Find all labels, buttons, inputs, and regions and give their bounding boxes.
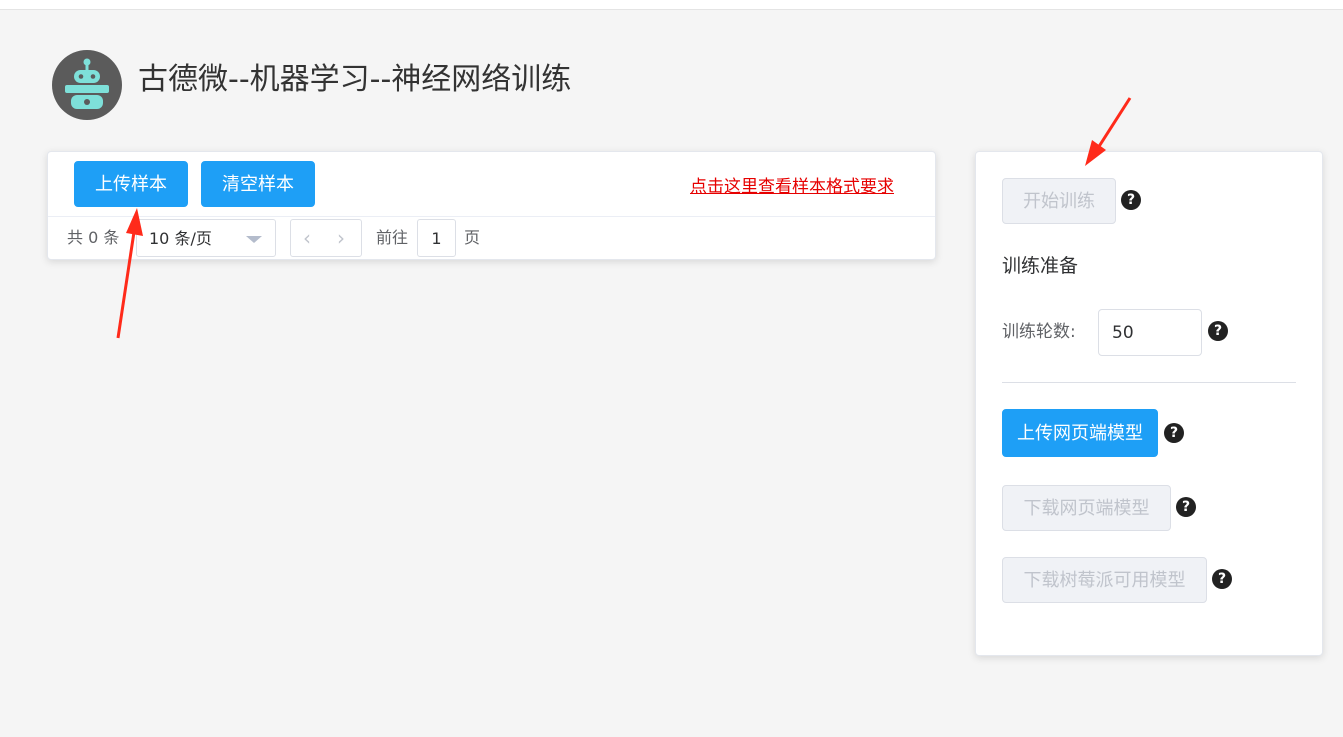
annotation-arrows: [116, 97, 1132, 339]
annotation-arrow-upload: [116, 208, 143, 339]
annotation-arrow-start-training: [1085, 97, 1132, 166]
